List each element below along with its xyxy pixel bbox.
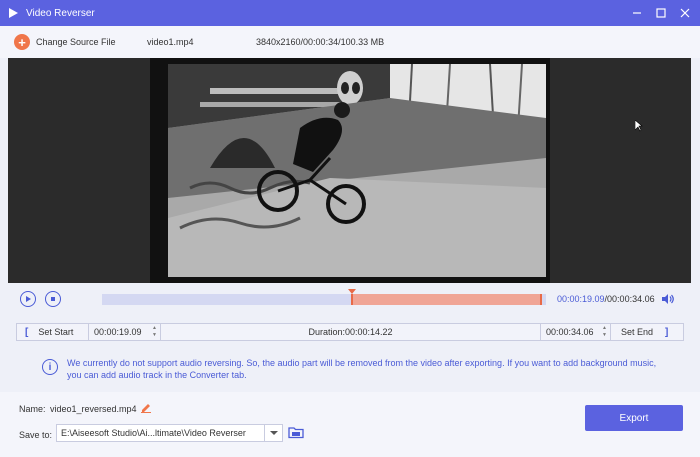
source-file-name: video1.mp4 xyxy=(147,37,194,47)
stop-button[interactable] xyxy=(45,291,61,307)
name-label: Name: xyxy=(19,404,46,414)
time-readout: 00:00:19.09/00:00:34.06 xyxy=(557,294,655,304)
timeline-selection[interactable] xyxy=(351,294,542,305)
start-bracket-icon: [ xyxy=(25,326,29,338)
save-to-label: Save to: xyxy=(19,430,53,440)
end-bracket-icon: ] xyxy=(665,326,669,338)
minimize-icon xyxy=(633,12,641,14)
output-settings: Name: video1_reversed.mp4 Save to: E:\Ai… xyxy=(0,392,700,457)
video-thumbnail-image xyxy=(150,58,550,283)
start-time-value: 00:00:19.09 xyxy=(94,327,142,337)
video-frame xyxy=(150,58,550,283)
app-logo-icon xyxy=(9,8,18,18)
play-button[interactable] xyxy=(20,291,36,307)
playback-controls: 00:00:19.09/00:00:34.06 xyxy=(0,283,700,317)
set-end-label: Set End xyxy=(621,327,654,337)
trim-controls: [ Set Start 00:00:19.09 ▲ ▼ Duration:00:0… xyxy=(16,323,684,341)
set-start-label: Set Start xyxy=(38,327,74,337)
info-icon: i xyxy=(42,359,58,375)
end-time-field[interactable]: 00:00:34.06 ▲ ▼ xyxy=(541,324,611,340)
maximize-icon xyxy=(656,8,666,18)
duration-value: Duration:00:00:14.22 xyxy=(308,327,393,337)
export-label: Export xyxy=(619,412,649,424)
save-path-value: E:\Aiseesoft Studio\Ai...ltimate\Video R… xyxy=(61,428,246,438)
play-icon xyxy=(26,296,31,302)
change-source-file-button[interactable]: + Change Source File xyxy=(14,34,116,50)
title-bar: Video Reverser xyxy=(0,0,700,26)
timeline-track[interactable] xyxy=(102,289,546,305)
edit-name-icon[interactable] xyxy=(140,401,152,413)
audio-notice-text: We currently do not support audio revers… xyxy=(67,358,657,380)
set-start-button[interactable]: [ Set Start xyxy=(17,324,89,340)
set-end-button[interactable]: Set End ] xyxy=(611,324,683,340)
start-time-stepper[interactable]: ▲ ▼ xyxy=(152,324,160,340)
start-time-field[interactable]: 00:00:19.09 ▲ ▼ xyxy=(89,324,161,340)
video-preview xyxy=(8,58,691,283)
plus-icon: + xyxy=(14,34,30,50)
total-time: /00:00:34.06 xyxy=(604,294,655,304)
stop-icon xyxy=(51,297,55,301)
output-name-value: video1_reversed.mp4 xyxy=(50,404,137,414)
duration-display: Duration:00:00:14.22 xyxy=(161,324,541,340)
playhead-marker[interactable] xyxy=(348,289,356,294)
end-time-value: 00:00:34.06 xyxy=(546,327,594,337)
open-folder-icon[interactable] xyxy=(288,425,304,439)
close-icon xyxy=(680,8,690,18)
change-source-file-label: Change Source File xyxy=(36,37,116,47)
window-title: Video Reverser xyxy=(26,7,95,19)
toolbar: + Change Source File video1.mp4 3840x216… xyxy=(0,26,700,58)
source-file-info: 3840x2160/00:00:34/100.33 MB xyxy=(256,37,385,47)
close-button[interactable] xyxy=(676,4,694,22)
mouse-cursor-icon xyxy=(635,120,643,132)
save-path-dropdown[interactable]: E:\Aiseesoft Studio\Ai...ltimate\Video R… xyxy=(56,424,283,442)
current-time: 00:00:19.09 xyxy=(557,294,605,304)
minimize-button[interactable] xyxy=(628,4,646,22)
end-time-stepper[interactable]: ▲ ▼ xyxy=(602,324,610,340)
maximize-button[interactable] xyxy=(652,4,670,22)
volume-icon[interactable] xyxy=(661,292,675,306)
chevron-down-icon[interactable] xyxy=(264,425,282,441)
export-button[interactable]: Export xyxy=(585,405,683,431)
